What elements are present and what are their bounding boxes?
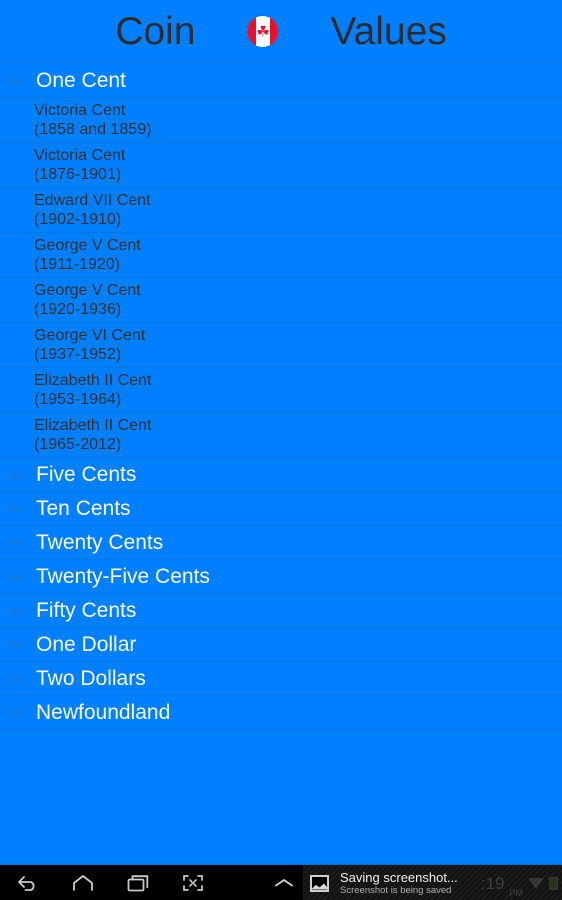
coin-name: George V Cent <box>34 237 141 254</box>
category-header-row[interactable]: Twenty-Five Cents <box>0 560 562 594</box>
chevron-down-icon <box>8 468 22 482</box>
chevron-down-icon <box>8 604 22 618</box>
coin-name: George VI Cent <box>34 327 146 344</box>
category-label: Fifty Cents <box>36 599 137 622</box>
category-header-row[interactable]: Fifty Cents <box>0 594 562 628</box>
coin-list-item[interactable]: George VI Cent (1937-1952) <box>0 323 562 368</box>
coin-years: (1858 and 1859) <box>34 121 152 138</box>
chevron-up-icon <box>8 74 22 88</box>
back-button[interactable] <box>0 865 55 900</box>
chevron-down-icon <box>8 570 22 584</box>
image-icon-hill <box>312 883 327 890</box>
chevron-down-icon <box>8 706 22 720</box>
coin-years: (1902-1910) <box>34 211 122 228</box>
category-label: Newfoundland <box>36 701 171 724</box>
category-header-row[interactable]: Five Cents <box>0 458 562 492</box>
maple-leaf-icon: ☘ <box>256 23 270 40</box>
category-label: One Dollar <box>36 633 137 656</box>
page-title-right: Values <box>330 10 447 53</box>
coin-category-list[interactable]: One Cent Victoria Cent (1858 and 1859) Vict… <box>0 64 562 864</box>
chevron-down-icon <box>8 502 22 516</box>
coin-name: Edward VII Cent <box>34 192 151 209</box>
coin-years: (1876-1901) <box>34 166 122 183</box>
notification-text: Saving screenshot... Screenshot is being… <box>340 870 458 897</box>
category-label: Ten Cents <box>36 497 131 520</box>
notification-title: Saving screenshot... <box>340 869 458 885</box>
category-label: Twenty Cents <box>36 531 164 554</box>
coin-list-item[interactable]: Elizabeth II Cent (1953-1964) <box>0 368 562 413</box>
category-header-row[interactable]: One Dollar <box>0 628 562 662</box>
chevron-down-icon <box>8 672 22 686</box>
coin-name: Elizabeth II Cent <box>34 417 152 434</box>
chevron-down-icon <box>8 536 22 550</box>
category-header-row[interactable]: Two Dollars <box>0 662 562 696</box>
system-navigation-bar: :19 PM Saving screenshot... Screenshot i… <box>0 864 562 900</box>
nav-button-group <box>0 865 256 900</box>
coin-years: (1937-1952) <box>34 346 122 363</box>
coin-years: (1953-1964) <box>34 391 122 408</box>
category-header-row[interactable]: Newfoundland <box>0 696 562 730</box>
coin-name: Elizabeth II Cent <box>34 372 152 389</box>
screenshot-button[interactable] <box>165 865 220 900</box>
app-title-bar: Coin ☘ Values <box>0 0 562 64</box>
coin-list-item[interactable]: George V Cent (1911-1920) <box>0 233 562 278</box>
coin-name: Victoria Cent <box>34 147 126 164</box>
coin-years: (1965-2012) <box>34 436 122 453</box>
category-label: One Cent <box>36 69 126 92</box>
coin-list-item[interactable]: Victoria Cent (1876-1901) <box>0 143 562 188</box>
category-label: Twenty-Five Cents <box>36 565 210 588</box>
coin-list-item[interactable]: Edward VII Cent (1902-1910) <box>0 188 562 233</box>
notification-ticker[interactable]: Saving screenshot... Screenshot is being… <box>303 865 562 900</box>
coin-years: (1920-1936) <box>34 301 122 318</box>
home-button[interactable] <box>55 865 110 900</box>
coin-list-item[interactable]: Elizabeth II Cent (1965-2012) <box>0 413 562 458</box>
category-header-row[interactable]: Ten Cents <box>0 492 562 526</box>
coin-name: George V Cent <box>34 282 141 299</box>
screenshot-image-icon <box>310 874 329 892</box>
page-title-left: Coin <box>115 10 196 53</box>
category-header-row[interactable]: Twenty Cents <box>0 526 562 560</box>
flag-band-right <box>270 16 279 47</box>
coin-years: (1911-1920) <box>34 256 120 273</box>
coin-list-item[interactable]: Victoria Cent (1858 and 1859) <box>0 98 562 143</box>
coin-name: Victoria Cent <box>34 102 126 119</box>
chevron-down-icon <box>8 638 22 652</box>
flag-band-left <box>247 16 256 47</box>
app-root: Coin ☘ Values One Cent Victoria Cent (1858… <box>0 0 562 900</box>
category-label: Two Dollars <box>36 667 146 690</box>
coin-list-item[interactable]: George V Cent (1920-1936) <box>0 278 562 323</box>
recents-button[interactable] <box>110 865 165 900</box>
notification-subtitle: Screenshot is being saved <box>340 884 452 896</box>
category-label: Five Cents <box>36 463 137 486</box>
canada-flag-icon: ☘ <box>247 16 279 47</box>
category-header-row[interactable]: One Cent <box>0 64 562 98</box>
